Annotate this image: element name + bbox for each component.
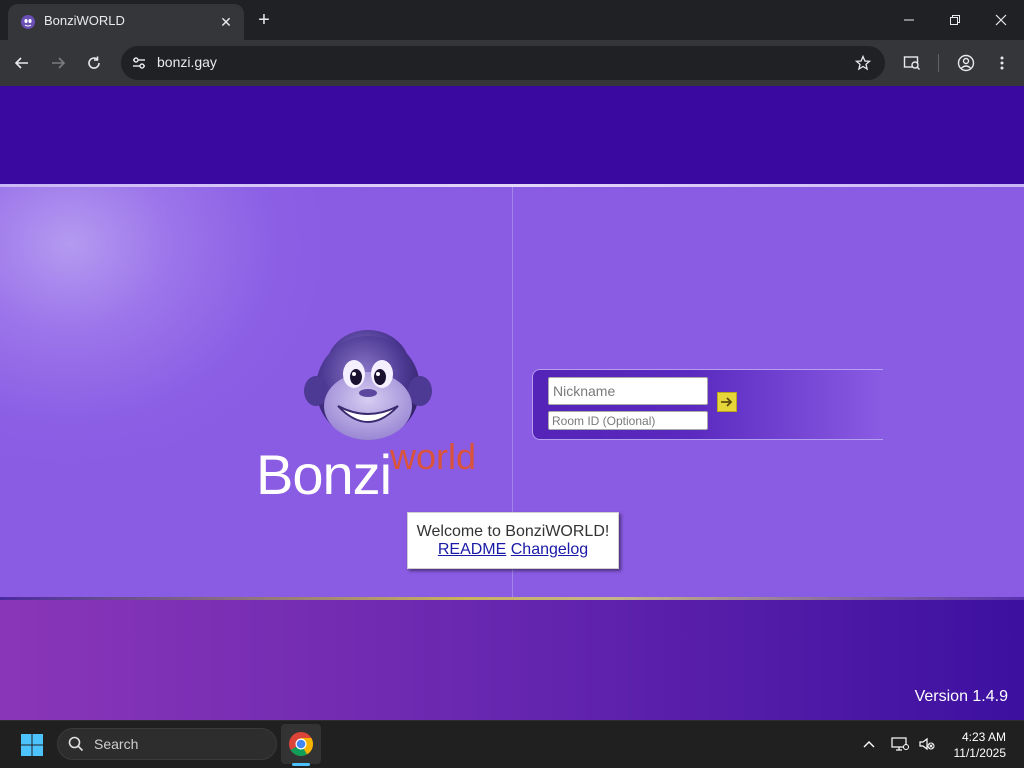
welcome-links: README Changelog [408, 541, 618, 559]
volume-muted-icon[interactable] [918, 735, 936, 753]
site-settings-icon[interactable] [127, 51, 151, 75]
browser-toolbar: bonzi.gay [0, 40, 1024, 86]
logo-text-bonzi: Bonzi [256, 443, 392, 506]
toolbar-divider [938, 54, 939, 72]
login-submit-button[interactable] [717, 392, 737, 412]
chrome-icon [289, 732, 313, 757]
chevron-up-icon[interactable] [860, 735, 878, 753]
clock-date: 11/1/2025 [953, 746, 1007, 760]
network-icon[interactable] [891, 735, 909, 753]
browser-tab[interactable]: BonziWORLD ✕ [8, 4, 244, 40]
welcome-text: Welcome to BonziWORLD! [416, 523, 610, 540]
address-bar[interactable]: bonzi.gay [121, 46, 885, 80]
system-clock[interactable]: 4:23 AM 11/1/2025 [954, 729, 1007, 761]
kebab-menu-icon[interactable] [986, 47, 1018, 79]
changelog-link[interactable]: Changelog [511, 541, 588, 558]
windows-start-icon[interactable] [20, 733, 44, 757]
room-id-input[interactable] [548, 411, 708, 430]
version-label: Version 1.4.9 [914, 688, 1008, 705]
search-icon [68, 736, 84, 752]
taskbar: Search 4:23 AM 11/1/2025 [0, 720, 1024, 768]
browser-tab-strip: BonziWORLD ✕ + [0, 0, 1024, 40]
welcome-dialog: Welcome to BonziWORLD! README Changelog [407, 512, 619, 569]
clock-time: 4:23 AM [961, 730, 1006, 744]
nickname-input[interactable] [548, 377, 708, 405]
minimize-icon[interactable] [886, 0, 932, 40]
reload-icon[interactable] [78, 47, 110, 79]
restore-icon[interactable] [932, 0, 978, 40]
active-app-indicator [292, 763, 310, 766]
tab-title: BonziWORLD [44, 13, 125, 28]
back-icon[interactable] [6, 47, 38, 79]
chrome-taskbar-button[interactable] [281, 724, 321, 764]
tab-search-icon[interactable] [896, 47, 928, 79]
forward-icon[interactable] [42, 47, 74, 79]
search-label: Search [94, 736, 139, 752]
login-panel [532, 369, 883, 440]
page-viewport: Bonzi world Welcome to BonziWORLD! READM… [0, 86, 1024, 720]
header-band [0, 86, 1024, 184]
close-icon[interactable]: ✕ [216, 12, 236, 32]
readme-link[interactable]: README [438, 541, 506, 558]
arrow-right-icon [721, 397, 733, 407]
url-text: bonzi.gay [157, 54, 217, 70]
profile-icon[interactable] [950, 47, 982, 79]
taskbar-search[interactable]: Search [57, 728, 277, 760]
bookmark-star-icon[interactable] [851, 51, 875, 75]
logo-text-world: world [390, 436, 477, 477]
plus-icon[interactable]: + [252, 8, 276, 32]
footer-band [0, 600, 1024, 720]
bonzi-favicon-icon [21, 15, 35, 29]
window-close-icon[interactable] [978, 0, 1024, 40]
